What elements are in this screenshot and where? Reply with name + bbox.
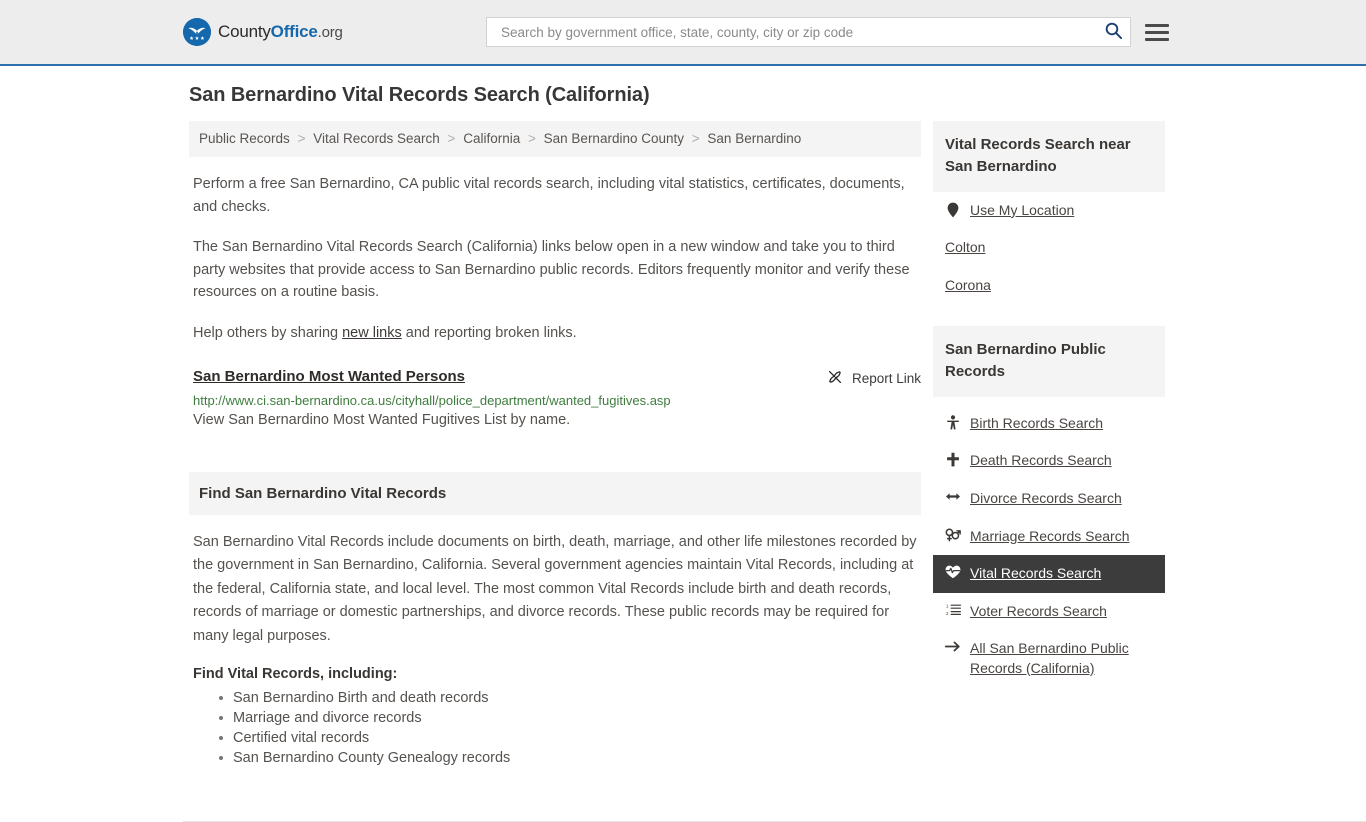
arrows-left-right-icon xyxy=(945,489,961,503)
sidebar-item-divorce-records-search[interactable]: Divorce Records Search xyxy=(933,480,1165,518)
result-description: View San Bernardino Most Wanted Fugitive… xyxy=(193,412,571,428)
intro-text: Perform a free San Bernardino, CA public… xyxy=(193,173,921,344)
list-item: San Bernardino Birth and death records xyxy=(219,688,921,708)
sidebar-link-colton[interactable]: Colton xyxy=(945,238,985,258)
section-body: San Bernardino Vital Records include doc… xyxy=(193,531,921,648)
sidebar-link-marriage-records-search[interactable]: Marriage Records Search xyxy=(970,527,1130,547)
search-area xyxy=(486,17,1169,47)
sidebar-heading-near: Vital Records Search near San Bernardino xyxy=(933,121,1165,192)
svg-text:1: 1 xyxy=(946,603,949,608)
sidebar-link-use-my-location[interactable]: Use My Location xyxy=(970,201,1074,221)
brand-part-tld: .org xyxy=(317,24,343,41)
page-container: San Bernardino Vital Records Search (Cal… xyxy=(183,66,1366,822)
sidebar-item-voter-records-search[interactable]: 1 2 Voter Records Search xyxy=(933,593,1165,631)
page-title: San Bernardino Vital Records Search (Cal… xyxy=(189,84,650,106)
arrow-right-icon xyxy=(945,639,961,653)
intro-paragraph-2: The San Bernardino Vital Records Search … xyxy=(193,239,910,301)
breadcrumb-item-vital-records-search[interactable]: Vital Records Search xyxy=(313,131,440,146)
breadcrumb-item-san-bernardino-county[interactable]: San Bernardino County xyxy=(544,131,684,146)
list-item: Marriage and divorce records xyxy=(219,708,921,728)
intro-paragraph-1: Perform a free San Bernardino, CA public… xyxy=(193,176,905,215)
hamburger-line xyxy=(1145,23,1169,27)
brand-part-county: County xyxy=(218,22,271,41)
breadcrumb-separator: > xyxy=(528,131,536,146)
section-paragraph: San Bernardino Vital Records include doc… xyxy=(193,534,917,644)
breadcrumb-separator: > xyxy=(691,131,700,146)
breadcrumb-separator: > xyxy=(297,131,306,146)
sidebar-item-all-public-records[interactable]: All San Bernardino Public Records (Calif… xyxy=(933,630,1165,687)
section-heading: Find San Bernardino Vital Records xyxy=(189,472,921,515)
search-input[interactable] xyxy=(499,18,1100,46)
sidebar-link-corona[interactable]: Corona xyxy=(945,276,991,296)
breadcrumb-separator: > xyxy=(447,131,456,146)
breadcrumb-item-san-bernardino[interactable]: San Bernardino xyxy=(707,131,801,146)
sidebar-link-all-public-records[interactable]: All San Bernardino Public Records (Calif… xyxy=(970,639,1153,678)
hamburger-line xyxy=(1145,37,1169,41)
broken-link-icon xyxy=(827,369,843,388)
sidebar-item-marriage-records-search[interactable]: Marriage Records Search xyxy=(933,518,1165,556)
search-button[interactable] xyxy=(1100,19,1126,45)
sidebar-item-vital-records-search[interactable]: Vital Records Search xyxy=(933,555,1165,593)
sidebar: Vital Records Search near San Bernardino… xyxy=(933,121,1165,688)
result-title-link[interactable]: San Bernardino Most Wanted Persons xyxy=(193,368,465,385)
report-link-button[interactable]: Report Link xyxy=(827,368,921,388)
breadcrumb-item-public-records[interactable]: Public Records xyxy=(199,131,290,146)
cross-icon xyxy=(945,451,961,467)
sidebar-near-list: Use My Location Colton Corona xyxy=(933,192,1165,305)
sidebar-heading-public-records: San Bernardino Public Records xyxy=(933,326,1165,397)
sidebar-link-vital-records-search[interactable]: Vital Records Search xyxy=(970,564,1101,584)
site-header: CountyOffice.org xyxy=(0,0,1366,66)
venus-mars-icon xyxy=(945,527,961,542)
main-column: Public Records > Vital Records Search > … xyxy=(189,121,921,768)
hamburger-menu-icon[interactable] xyxy=(1145,23,1169,41)
baby-icon xyxy=(945,414,961,430)
heart-pulse-icon xyxy=(945,564,961,579)
new-links-link[interactable]: new links xyxy=(342,325,402,341)
sidebar-item-corona[interactable]: Corona xyxy=(933,267,1165,305)
intro-paragraph-3: Help others by sharing new links and rep… xyxy=(193,322,921,344)
share-text-after: and reporting broken links. xyxy=(401,324,577,341)
sidebar-item-death-records-search[interactable]: Death Records Search xyxy=(933,442,1165,480)
hamburger-line xyxy=(1145,30,1169,34)
ordered-list-icon: 1 2 xyxy=(945,602,961,616)
result-header-row: San Bernardino Most Wanted Persons Repor… xyxy=(193,368,921,388)
section-sub-heading: Find Vital Records, including: xyxy=(193,666,398,683)
list-item: Certified vital records xyxy=(219,728,921,748)
site-logo-text: CountyOffice.org xyxy=(218,22,343,42)
breadcrumb-item-california[interactable]: California xyxy=(463,131,520,146)
result-url: http://www.ci.san-bernardino.ca.us/cityh… xyxy=(193,393,671,408)
sidebar-item-colton[interactable]: Colton xyxy=(933,229,1165,267)
site-logo[interactable]: CountyOffice.org xyxy=(183,18,343,46)
sidebar-link-voter-records-search[interactable]: Voter Records Search xyxy=(970,602,1107,622)
vital-records-list: San Bernardino Birth and death records M… xyxy=(193,688,921,768)
list-item: San Bernardino County Genealogy records xyxy=(219,748,921,768)
breadcrumb: Public Records > Vital Records Search > … xyxy=(189,121,921,158)
map-pin-icon xyxy=(945,201,961,218)
search-result-item: San Bernardino Most Wanted Persons Repor… xyxy=(193,368,921,428)
sidebar-link-divorce-records-search[interactable]: Divorce Records Search xyxy=(970,489,1122,509)
svg-text:2: 2 xyxy=(946,611,949,616)
sidebar-link-birth-records-search[interactable]: Birth Records Search xyxy=(970,414,1103,434)
content-columns: Public Records > Vital Records Search > … xyxy=(183,121,1183,768)
brand-part-office: Office xyxy=(270,22,318,41)
sidebar-link-death-records-search[interactable]: Death Records Search xyxy=(970,451,1112,471)
header-inner: CountyOffice.org xyxy=(183,0,1183,64)
search-icon xyxy=(1104,21,1123,43)
sidebar-public-records-list: Birth Records Search Death Records Searc… xyxy=(933,405,1165,688)
share-text-before: Help others by sharing xyxy=(193,324,343,341)
sidebar-item-use-my-location[interactable]: Use My Location xyxy=(933,192,1165,230)
eagle-stars-icon xyxy=(183,18,211,46)
report-link-label: Report Link xyxy=(851,371,921,386)
search-box[interactable] xyxy=(486,17,1131,47)
sidebar-item-birth-records-search[interactable]: Birth Records Search xyxy=(933,405,1165,443)
